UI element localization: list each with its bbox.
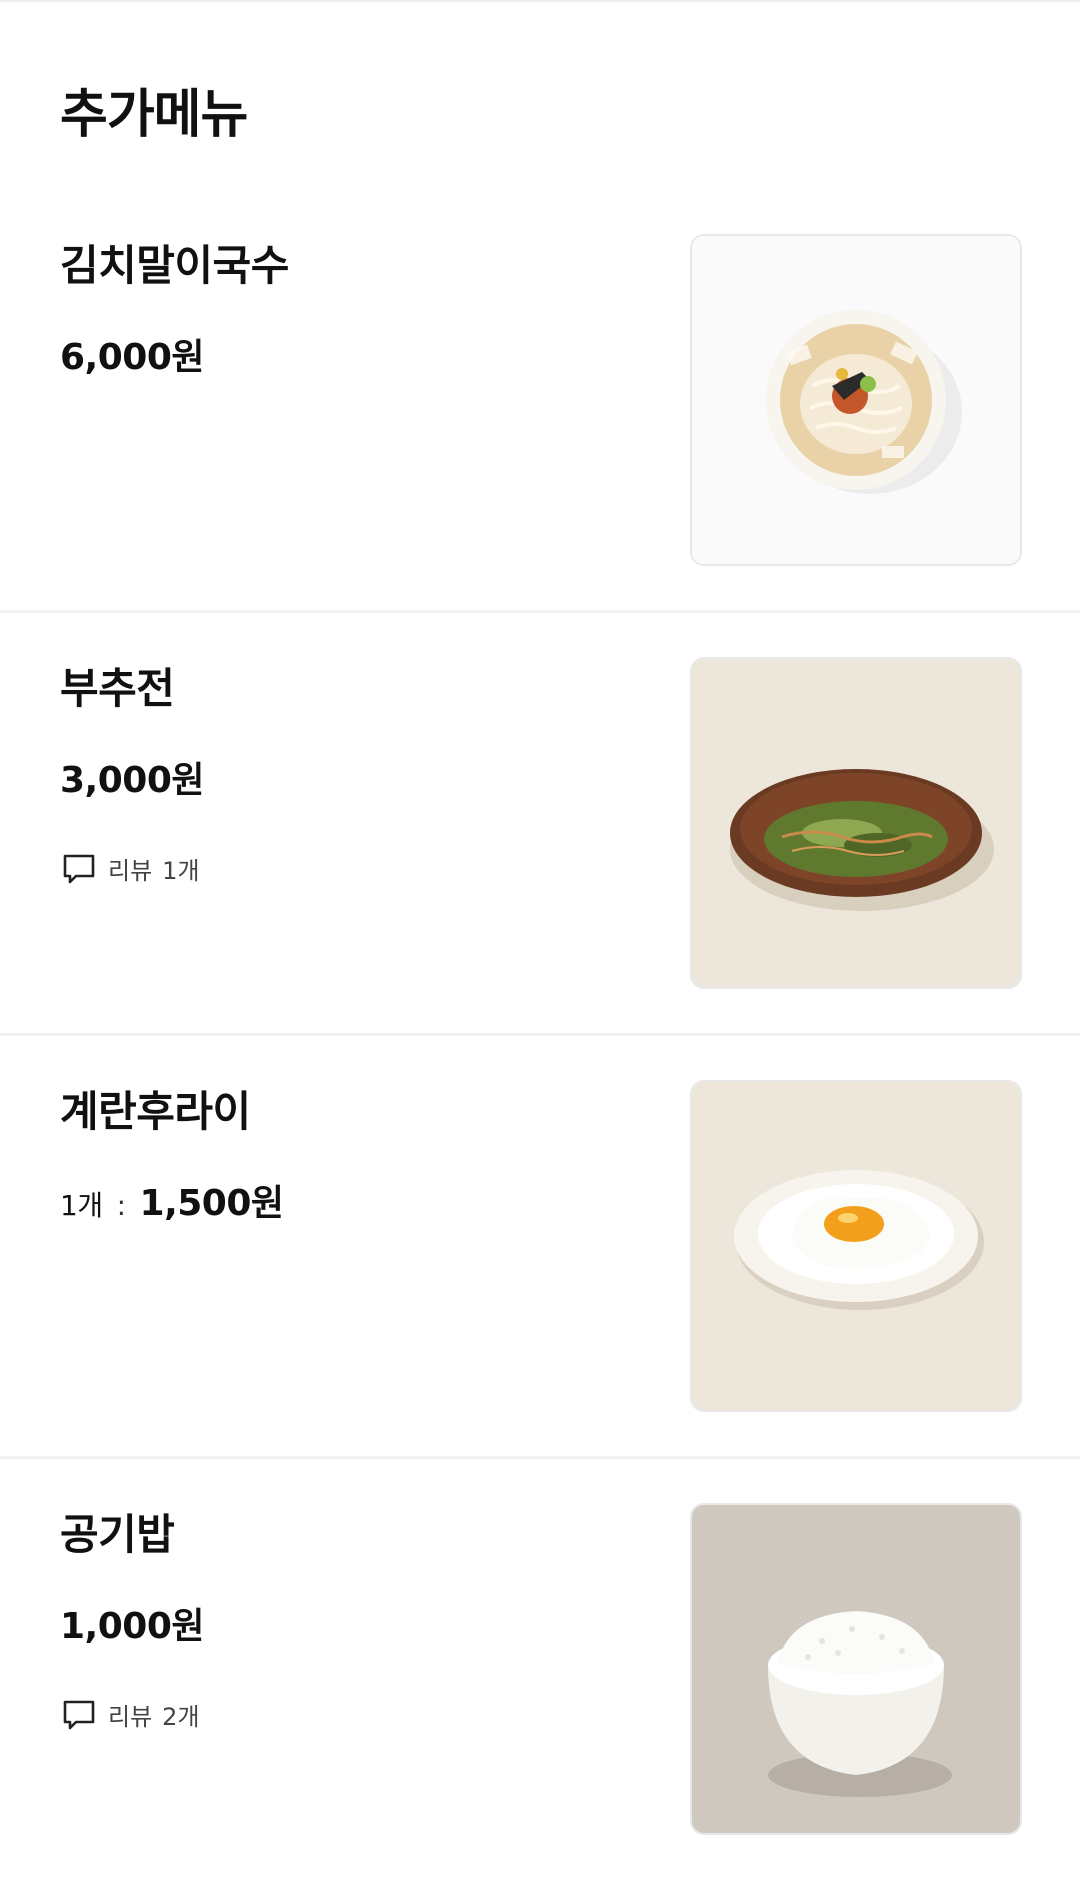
menu-item-price: 6,000원 — [60, 337, 205, 378]
menu-item-chive-pancake[interactable]: 부추전 3,000원 리뷰 1개 — [0, 610, 1080, 1035]
section-title: 추가메뉴 — [60, 85, 248, 145]
menu-item-price: 3,000원 — [60, 760, 205, 801]
price-unit: 1개 — [60, 1189, 103, 1222]
fried-egg-photo — [690, 1080, 1022, 1412]
menu-item-fried-egg[interactable]: 계란후라이 1개:1,500원 — [0, 1033, 1080, 1458]
menu-item-price: 1개:1,500원 — [60, 1174, 284, 1226]
review-link[interactable]: 리뷰 2개 — [62, 1697, 200, 1732]
menu-item-kimchi-noodle[interactable]: 김치말이국수 6,000원 — [0, 190, 1080, 612]
noodle-photo — [690, 234, 1022, 566]
menu-item-name: 공기밥 — [60, 1510, 175, 1559]
review-link[interactable]: 리뷰 1개 — [62, 851, 200, 886]
menu-item-name: 계란후라이 — [60, 1087, 251, 1136]
review-count: 2개 — [162, 1703, 200, 1731]
menu-item-rice[interactable]: 공기밥 1,000원 리뷰 2개 — [0, 1456, 1080, 1881]
rice-bowl-photo — [690, 1503, 1022, 1835]
top-divider — [0, 0, 1080, 2]
review-count: 1개 — [162, 857, 200, 885]
speech-bubble-icon — [63, 854, 95, 883]
price-value: 1,500원 — [139, 1183, 285, 1224]
menu-item-name: 부추전 — [60, 664, 175, 713]
review-label: 리뷰 — [108, 1703, 153, 1731]
menu-item-name: 김치말이국수 — [60, 241, 289, 290]
speech-bubble-icon — [63, 1700, 95, 1729]
chive-pancake-photo — [690, 657, 1022, 989]
price-separator: : — [116, 1189, 126, 1222]
review-label: 리뷰 — [108, 857, 153, 885]
menu-item-price: 1,000원 — [60, 1606, 205, 1647]
